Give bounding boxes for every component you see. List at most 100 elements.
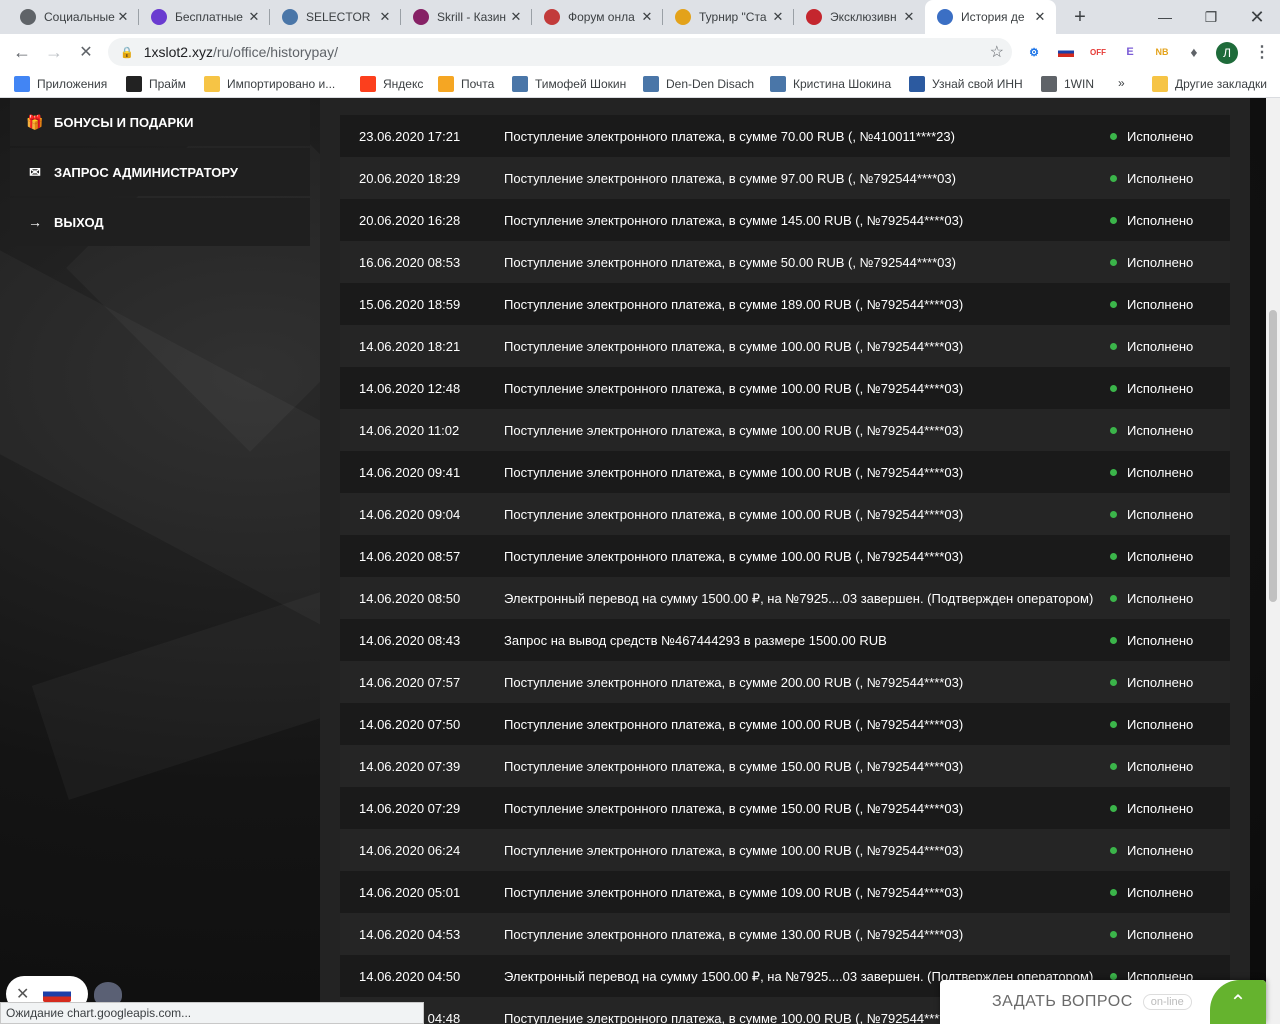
- sidebar-item[interactable]: 🎁 БОНУСЫ И ПОДАРКИ: [10, 98, 310, 146]
- row-status: Исполнено: [1094, 297, 1230, 312]
- bookmark-item[interactable]: Узнай свой ИНН: [909, 76, 1023, 92]
- table-row: 14.06.2020 11:02 Поступление электронного…: [340, 409, 1230, 451]
- status-dot-icon: [1110, 594, 1117, 602]
- tab-title: Социальные: [44, 10, 115, 24]
- bookmark-item[interactable]: Кристина Шокина: [770, 76, 891, 92]
- bookmark-item[interactable]: Тимофей Шокин: [512, 76, 626, 92]
- new-tab-button[interactable]: +: [1068, 5, 1092, 29]
- row-status: Исполнено: [1094, 633, 1230, 648]
- vk-icon: [512, 76, 528, 92]
- bookmark-item[interactable]: Den-Den Disach: [643, 76, 754, 92]
- browser-tab[interactable]: Skrill - Казин ✕: [401, 0, 532, 34]
- globe-icon: [1041, 76, 1057, 92]
- status-dot-icon: [1110, 384, 1117, 392]
- close-tab-icon[interactable]: ✕: [115, 9, 131, 25]
- row-status: Исполнено: [1094, 885, 1230, 900]
- row-description: Поступление электронного платежа, в сумм…: [504, 716, 964, 732]
- browser-tab[interactable]: Эксклюзивн ✕: [794, 0, 925, 34]
- russian-flag-icon: [43, 986, 72, 1002]
- bookmark-item[interactable]: »: [1118, 76, 1125, 90]
- status-label: Исполнено: [1127, 254, 1194, 270]
- extension-flag-icon[interactable]: [1056, 42, 1076, 62]
- extension-e-icon[interactable]: E: [1120, 42, 1140, 62]
- bookmark-star-icon[interactable]: ☆: [990, 42, 1004, 62]
- online-badge: on-line: [1142, 994, 1192, 1010]
- browser-tab[interactable]: Социальные ✕: [8, 0, 139, 34]
- sidebar-item-label: БОНУСЫ И ПОДАРКИ: [54, 114, 194, 130]
- close-tab-icon[interactable]: ✕: [246, 9, 262, 25]
- sidebar-item[interactable]: ✉ ЗАПРОС АДМИНИСТРАТОРУ: [10, 148, 310, 196]
- extension-gear-icon[interactable]: ⚙: [1024, 42, 1044, 62]
- row-status: Исполнено: [1094, 423, 1230, 438]
- extensions-puzzle-icon[interactable]: ♦: [1184, 42, 1204, 62]
- menu-kebab-icon[interactable]: ⋮: [1252, 42, 1272, 62]
- close-tab-icon[interactable]: ✕: [639, 9, 655, 25]
- status-dot-icon: [1110, 132, 1117, 140]
- stop-loading-button[interactable]: ✕: [74, 40, 98, 64]
- back-button[interactable]: ←: [10, 40, 34, 64]
- browser-tab[interactable]: SELECTOR ✕: [270, 0, 401, 34]
- browser-tab[interactable]: История де ✕: [925, 0, 1056, 34]
- row-description: Поступление электронного платежа, в сумм…: [504, 338, 964, 354]
- ask-question-widget[interactable]: ЗАДАТЬ ВОПРОС on-line ⌃: [940, 980, 1266, 1024]
- tournament-icon: [675, 9, 691, 25]
- row-description: Поступление электронного платежа, в сумм…: [504, 380, 964, 396]
- page-scrollbar[interactable]: [1266, 98, 1280, 1024]
- row-date: 14.06.2020 08:50: [359, 590, 461, 606]
- bookmark-item[interactable]: Другие закладки: [1152, 76, 1267, 92]
- bookmark-item[interactable]: Яндекс: [360, 76, 423, 92]
- bookmark-item[interactable]: Импортировано и...: [204, 76, 335, 92]
- bookmarks-bar: Приложения Прайм Импортировано и... Яндекс П…: [0, 70, 1280, 98]
- close-tab-icon[interactable]: ✕: [901, 9, 917, 25]
- browser-tab[interactable]: Бесплатные ✕: [139, 0, 270, 34]
- row-date: 14.06.2020 04:53: [359, 926, 461, 942]
- close-tab-icon[interactable]: ✕: [377, 9, 393, 25]
- history-table: 23.06.2020 17:21 Поступление электронного…: [340, 115, 1230, 1024]
- maximize-button[interactable]: ❐: [1188, 0, 1234, 34]
- sidebar-item-label: ЗАПРОС АДМИНИСТРАТОРУ: [54, 164, 238, 180]
- row-date: 20.06.2020 16:28: [359, 212, 461, 228]
- layers-icon: [151, 9, 167, 25]
- row-description: Поступление электронного платежа, в сумм…: [504, 464, 964, 480]
- address-bar[interactable]: 🔒 1xslot2.xyz/ru/office/historypay/ ☆: [108, 38, 1012, 66]
- close-icon[interactable]: ✕: [16, 984, 29, 1004]
- row-description: Поступление электронного платежа, в сумм…: [504, 842, 964, 858]
- row-date: 23.06.2020 17:21: [359, 128, 461, 144]
- lock-icon: 🔒: [120, 46, 134, 59]
- minimize-button[interactable]: —: [1142, 0, 1188, 34]
- table-row: 20.06.2020 18:29 Поступление электронного…: [340, 157, 1230, 199]
- row-date: 14.06.2020 06:24: [359, 842, 461, 858]
- extension-off-icon[interactable]: OFF: [1088, 42, 1108, 62]
- row-description: Поступление электронного платежа, в сумм…: [504, 128, 955, 144]
- browser-tab[interactable]: Форум онла ✕: [532, 0, 663, 34]
- scrollbar-thumb[interactable]: [1269, 310, 1277, 602]
- row-description: Поступление электронного платежа, в сумм…: [504, 212, 964, 228]
- browser-toolbar: ← → ✕ 🔒 1xslot2.xyz/ru/office/historypay…: [0, 34, 1280, 70]
- extension-nb-icon[interactable]: NB: [1152, 42, 1172, 62]
- browser-tab[interactable]: Турнир "Ста ✕: [663, 0, 794, 34]
- vk-icon: [643, 76, 659, 92]
- bookmark-item[interactable]: Приложения: [14, 76, 107, 92]
- table-row: 14.06.2020 09:41 Поступление электронного…: [340, 451, 1230, 493]
- bookmark-label: Импортировано и...: [227, 77, 336, 91]
- profile-avatar[interactable]: Л: [1216, 42, 1238, 64]
- table-row: 16.06.2020 08:53 Поступление электронного…: [340, 241, 1230, 283]
- tab-title: Форум онла: [568, 10, 635, 24]
- table-row: 14.06.2020 06:24 Поступление электронного…: [340, 829, 1230, 871]
- bookmark-item[interactable]: 1WIN: [1041, 76, 1094, 92]
- close-tab-icon[interactable]: ✕: [508, 9, 524, 25]
- status-label: Исполнено: [1127, 170, 1194, 186]
- close-window-button[interactable]: ✕: [1234, 0, 1280, 34]
- row-status: Исполнено: [1094, 465, 1230, 480]
- bookmark-item[interactable]: Почта: [438, 76, 494, 92]
- bookmark-label: Den-Den Disach: [666, 77, 755, 91]
- vk-b-icon: [770, 76, 786, 92]
- row-date: 15.06.2020 18:59: [359, 296, 461, 312]
- row-date: 14.06.2020 08:57: [359, 548, 461, 564]
- bookmark-item[interactable]: Прайм: [126, 76, 186, 92]
- close-tab-icon[interactable]: ✕: [1032, 9, 1048, 25]
- forward-button[interactable]: →: [42, 40, 66, 64]
- chevron-up-icon[interactable]: ⌃: [1210, 980, 1266, 1024]
- close-tab-icon[interactable]: ✕: [770, 9, 786, 25]
- sidebar-item[interactable]: → ВЫХОД: [10, 198, 310, 246]
